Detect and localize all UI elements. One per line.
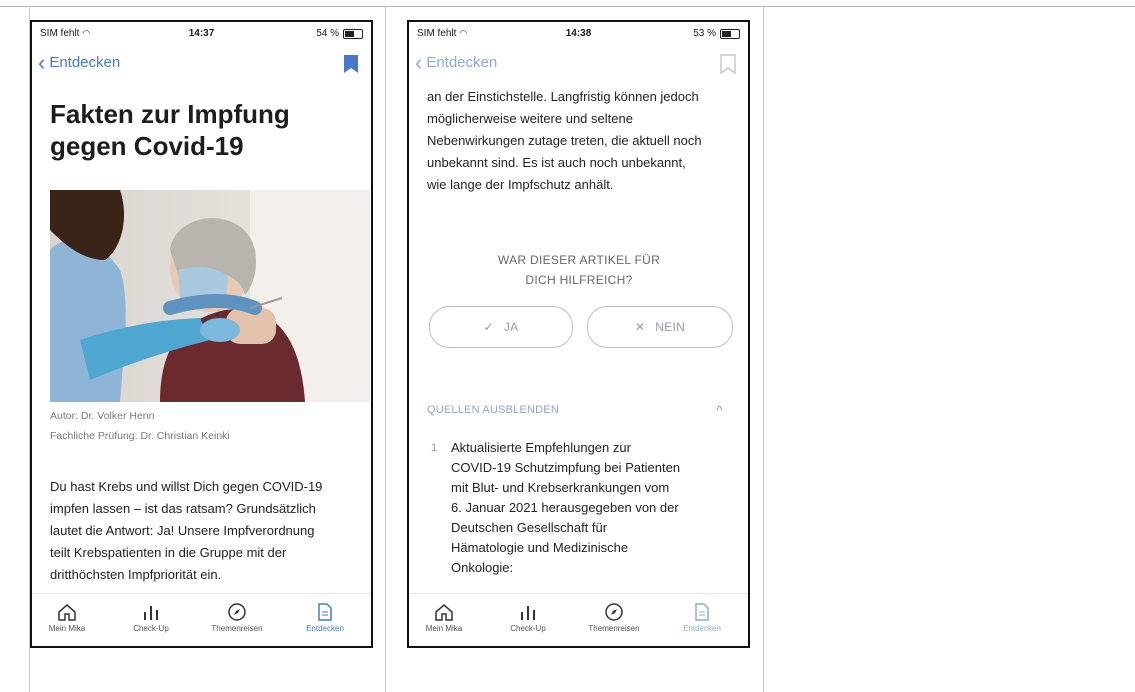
status-bar: SIM fehlt ◠ 14:38 53 % bbox=[409, 22, 748, 44]
nav-bar: ‹ Entdecken bbox=[409, 46, 748, 84]
back-button[interactable]: ‹ Entdecken bbox=[38, 49, 121, 75]
article-paragraph: an der Einstichstelle. Langfristig könne… bbox=[427, 89, 702, 192]
home-icon bbox=[32, 600, 102, 624]
battery-indicator: 53 % bbox=[693, 28, 740, 39]
article-paragraph: Du hast Krebs und willst Dich gegen COVI… bbox=[50, 479, 323, 582]
tab-mein-mika[interactable]: Mein Mika bbox=[409, 600, 479, 633]
check-icon: ✓ bbox=[483, 320, 494, 334]
feedback-question: WAR DIESER ARTIKEL FÜR DICH HILFREICH? bbox=[497, 253, 661, 287]
tab-bar: Mein Mika Check-Up Themenreisen Entdecke… bbox=[32, 593, 371, 646]
status-bar: SIM fehlt ◠ 14:37 54 % bbox=[32, 22, 371, 44]
article-title: Fakten zur Impfung gegen Covid-19 bbox=[50, 99, 290, 161]
back-label: Entdecken bbox=[49, 54, 121, 71]
tab-check-up[interactable]: Check-Up bbox=[493, 600, 563, 633]
chevron-left-icon: ‹ bbox=[415, 49, 423, 75]
bar-chart-icon bbox=[493, 600, 563, 624]
source-number: 1 bbox=[431, 442, 438, 454]
chevron-left-icon: ‹ bbox=[38, 49, 46, 75]
column-divider bbox=[763, 6, 764, 692]
article-hero-image bbox=[50, 190, 370, 402]
phone-screen-article-top: SIM fehlt ◠ 14:37 54 % ‹ Entdecken Fakte… bbox=[30, 20, 373, 648]
tab-mein-mika[interactable]: Mein Mika bbox=[32, 600, 102, 633]
tab-check-up[interactable]: Check-Up bbox=[116, 600, 186, 633]
top-divider bbox=[0, 6, 1135, 7]
feedback-yes-button[interactable]: ✓ JA bbox=[429, 306, 573, 348]
battery-icon bbox=[720, 28, 740, 39]
phone-screen-article-bottom: SIM fehlt ◠ 14:38 53 % ‹ Entdecken an de… bbox=[407, 20, 750, 648]
compass-icon bbox=[579, 600, 649, 624]
document-icon bbox=[667, 600, 737, 624]
author-line: Autor: Dr. Volker Henn bbox=[50, 410, 155, 422]
chevron-up-icon: ^ bbox=[716, 402, 723, 418]
battery-icon bbox=[343, 28, 363, 39]
battery-indicator: 54 % bbox=[316, 28, 363, 39]
tab-themenreisen[interactable]: Themenreisen bbox=[579, 600, 649, 633]
document-icon bbox=[290, 600, 360, 624]
tab-entdecken[interactable]: Entdecken bbox=[290, 600, 360, 633]
back-label: Entdecken bbox=[426, 54, 498, 71]
column-divider bbox=[385, 6, 386, 692]
tab-bar: Mein Mika Check-Up Themenreisen Entdecke… bbox=[409, 593, 748, 646]
bookmark-icon[interactable] bbox=[343, 54, 359, 74]
bar-chart-icon bbox=[116, 600, 186, 624]
home-icon bbox=[409, 600, 479, 624]
nav-bar: ‹ Entdecken bbox=[32, 46, 371, 84]
close-icon: ✕ bbox=[634, 320, 646, 334]
reviewer-line: Fachliche Prüfung: Dr. Christian Keinki bbox=[50, 430, 230, 442]
back-button[interactable]: ‹ Entdecken bbox=[415, 49, 498, 75]
sources-toggle[interactable]: QUELLEN AUSBLENDEN ^ bbox=[427, 402, 727, 418]
bookmark-outline-icon[interactable] bbox=[720, 54, 736, 74]
compass-icon bbox=[202, 600, 272, 624]
tab-entdecken[interactable]: Entdecken bbox=[667, 600, 737, 633]
tab-themenreisen[interactable]: Themenreisen bbox=[202, 600, 272, 633]
source-item: Aktualisierte Empfehlungen zur COVID-19 … bbox=[451, 440, 681, 575]
feedback-no-button[interactable]: ✕ NEIN bbox=[587, 306, 733, 348]
